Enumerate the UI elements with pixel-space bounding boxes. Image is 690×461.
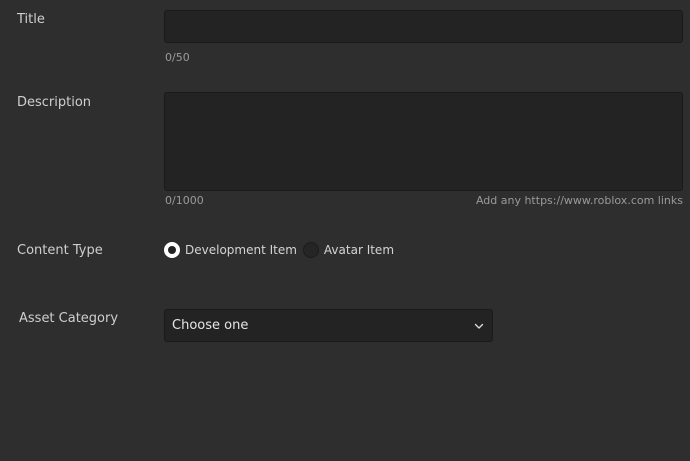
chevron-down-icon — [474, 323, 484, 329]
description-textarea[interactable] — [165, 93, 682, 190]
asset-category-selected-value: Choose one — [172, 318, 249, 333]
description-links-hint: Add any https://www.roblox.com links — [475, 194, 683, 207]
asset-category-label: Asset Category — [19, 311, 119, 326]
title-input-box[interactable] — [164, 10, 683, 43]
radio-development-item-label: Development Item — [185, 243, 297, 257]
description-label: Description — [17, 95, 92, 110]
title-label: Title — [17, 12, 45, 27]
title-char-counter: 0/50 — [165, 51, 190, 64]
title-input[interactable] — [165, 11, 682, 42]
description-char-counter: 0/1000 — [165, 194, 204, 207]
description-input-box[interactable] — [164, 92, 683, 191]
radio-avatar-item-label: Avatar Item — [323, 243, 395, 257]
radio-selected-icon — [164, 242, 180, 258]
radio-development-item[interactable]: Development Item — [164, 242, 297, 258]
content-type-label: Content Type — [17, 243, 103, 258]
asset-category-dropdown[interactable]: Choose one — [164, 309, 493, 342]
content-type-radio-group: Development Item Avatar Item — [164, 242, 400, 258]
radio-unselected-icon — [302, 242, 319, 258]
radio-avatar-item[interactable]: Avatar Item — [302, 242, 395, 258]
